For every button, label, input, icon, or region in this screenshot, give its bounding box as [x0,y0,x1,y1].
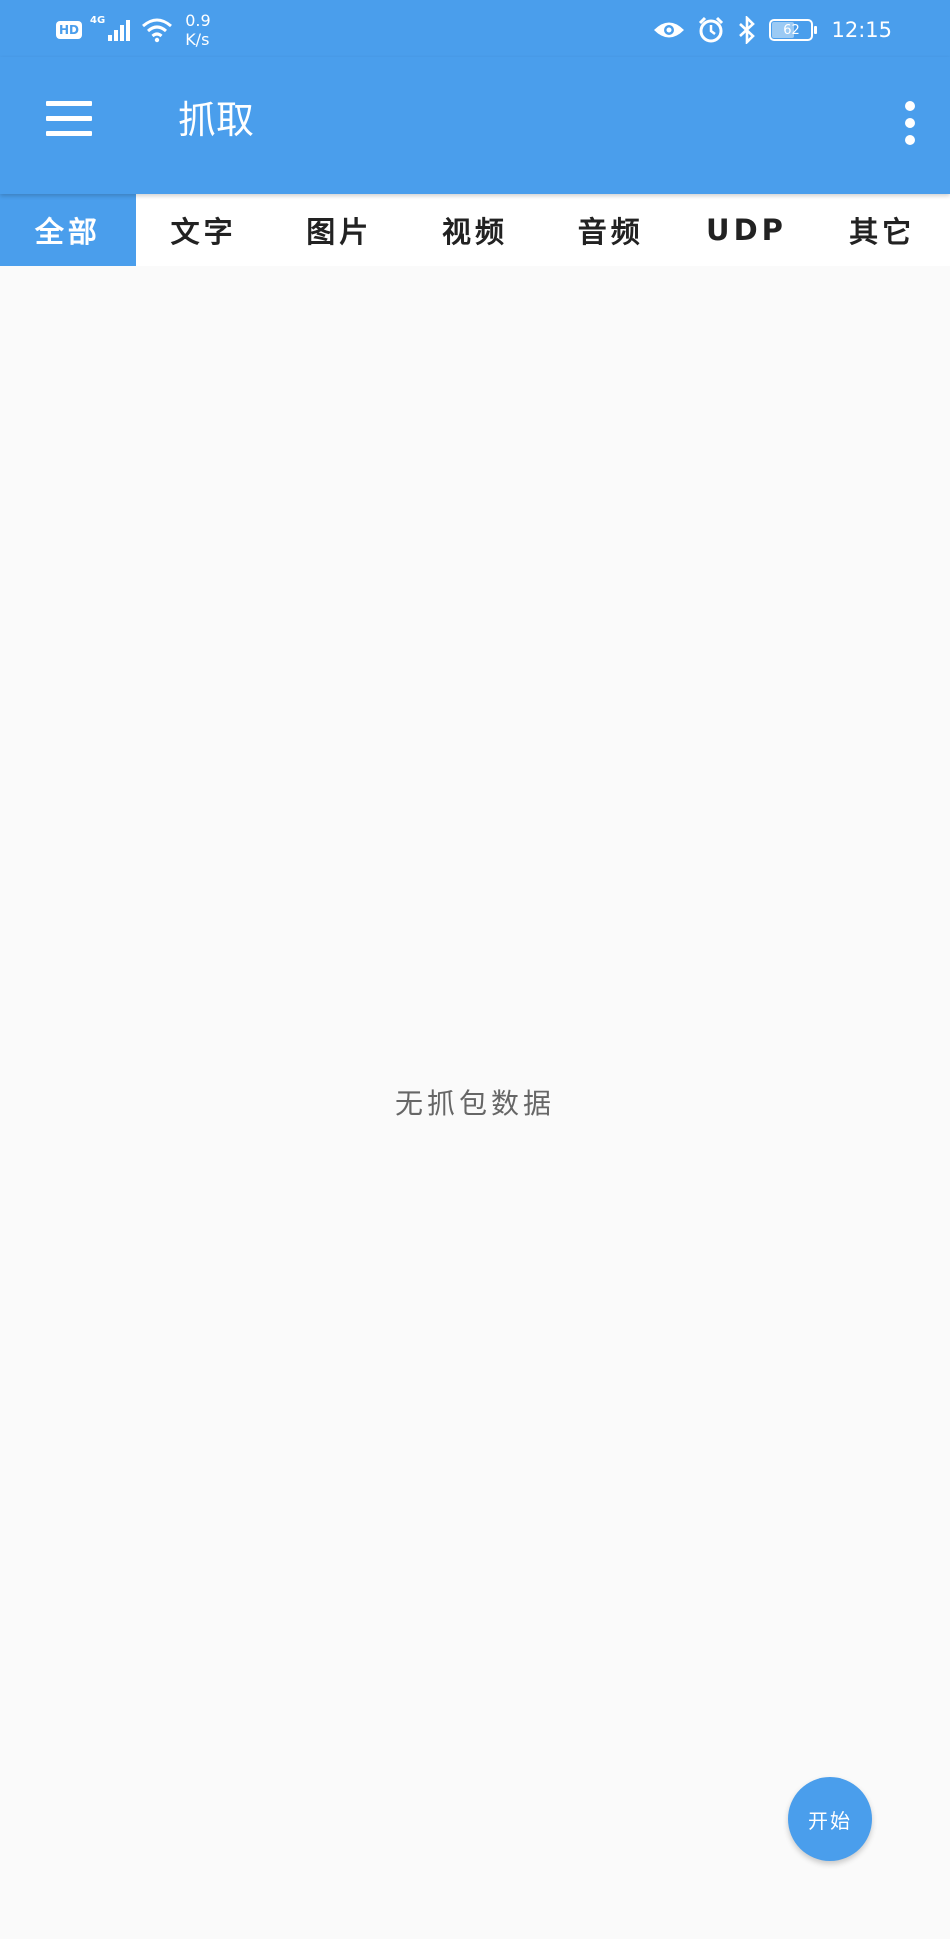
status-right: 62 12:15 [653,12,892,48]
tab-all[interactable]: 全部 [0,194,136,266]
net-speed-value: 0.9 [185,11,211,30]
tab-bar: 全部 文字 图片 视频 音频 UDP 其它 [0,194,950,266]
battery-level: 62 [783,22,800,38]
eye-icon [654,22,685,38]
menu-bar-bottom [46,131,92,136]
status-bar: HD 4G 0.9 K/s 62 12:15 [0,0,950,57]
overflow-dot [905,118,915,128]
hamburger-menu-icon[interactable] [40,97,96,141]
menu-bar-top [46,101,92,106]
tab-udp[interactable]: UDP [679,194,815,266]
status-time: 12:15 [831,18,892,42]
overflow-dot [905,101,915,111]
page-title: 抓取 [178,98,255,142]
bluetooth-icon [739,16,756,44]
wifi-icon [142,18,173,43]
empty-state-text: 无抓包数据 [394,1087,555,1120]
alarm-icon [699,16,724,43]
battery-icon: 62 [769,19,818,41]
net-speed: 0.9 K/s [185,11,210,49]
app-bar: 抓取 [0,57,950,194]
start-capture-button[interactable]: 开始 [788,1777,872,1861]
tab-other[interactable]: 其它 [814,194,950,266]
net-speed-unit: K/s [185,30,210,49]
menu-bar-middle [46,116,92,121]
tab-audio[interactable]: 音频 [543,194,679,266]
battery-tip [814,26,818,34]
tab-image[interactable]: 图片 [271,194,407,266]
more-vertical-icon[interactable] [892,99,928,147]
network-type: 4G [90,14,106,26]
tab-text[interactable]: 文字 [136,194,272,266]
hd-badge: HD [56,21,83,39]
overflow-dot [905,135,915,145]
tab-video[interactable]: 视频 [407,194,543,266]
signal-icon [108,20,131,41]
status-left: HD 4G 0.9 K/s [56,11,211,49]
